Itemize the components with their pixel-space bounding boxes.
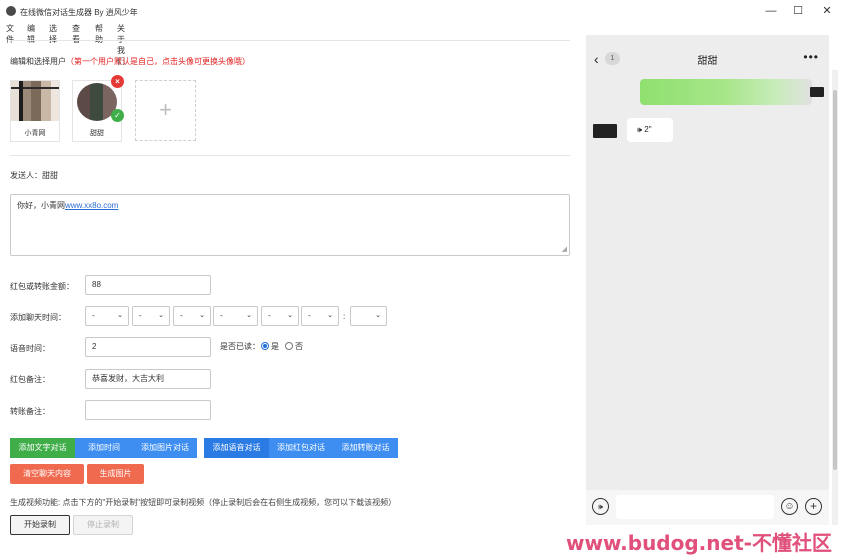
menu-select[interactable]: 选择 bbox=[49, 23, 57, 45]
select-value: - bbox=[308, 311, 311, 320]
chat-time-label: 添加聊天时间： bbox=[10, 313, 66, 322]
message-textarea[interactable]: 你好，小青网www.xx8o.com ◢ bbox=[10, 194, 570, 256]
add-redpacket-dialog-button[interactable]: 添加红包对话 bbox=[269, 438, 333, 458]
voice-duration-input[interactable]: 2 bbox=[85, 337, 211, 357]
chevron-down-icon: ⌄ bbox=[375, 312, 381, 319]
close-button[interactable]: ✕ bbox=[820, 4, 834, 18]
outgoing-message-bubble bbox=[640, 79, 812, 105]
voice-duration-label: 语音时间： bbox=[10, 344, 50, 353]
message-input[interactable] bbox=[616, 495, 774, 519]
chevron-down-icon: ⌄ bbox=[287, 312, 293, 319]
chat-header: ‹ 1 甜甜 ••• bbox=[586, 35, 829, 83]
video-feature-note: 生成视频功能: 点击下方的"开始录制"按钮即可录制视频（停止录制后会在右侧生成视… bbox=[10, 498, 397, 507]
user-name: 甜甜 bbox=[90, 130, 104, 137]
weekday-select[interactable]: - ⌄ bbox=[213, 306, 258, 326]
user-avatar[interactable] bbox=[11, 81, 59, 121]
sender-row: 发送人：甜甜 bbox=[10, 170, 58, 181]
minute-select[interactable]: ⌄ bbox=[350, 306, 387, 326]
more-icon[interactable]: ••• bbox=[803, 50, 819, 64]
menu-help[interactable]: 帮助 bbox=[95, 23, 103, 45]
add-text-dialog-button[interactable]: 添加文字对话 bbox=[10, 438, 75, 458]
chat-input-bar: 🕪 ☺ + bbox=[586, 490, 829, 525]
transfer-note-input[interactable] bbox=[85, 400, 211, 420]
chat-preview: ‹ 1 甜甜 ••• 🕪 2" 🕪 ☺ + bbox=[586, 35, 829, 525]
menu-view[interactable]: 查看 bbox=[72, 23, 80, 45]
select-value: - bbox=[180, 311, 183, 320]
watermark: www.budog.net-不懂社区 bbox=[566, 531, 832, 555]
selected-check-icon: ✓ bbox=[111, 109, 124, 122]
select-value: - bbox=[268, 311, 271, 320]
redpacket-note-label: 红包备注： bbox=[10, 375, 50, 384]
emoji-icon[interactable]: ☺ bbox=[781, 498, 798, 515]
sender-value: 甜甜 bbox=[42, 171, 58, 180]
stop-recording-button[interactable]: 停止录制 bbox=[73, 515, 133, 535]
time-colon: : bbox=[343, 312, 346, 321]
hour-select[interactable]: - ⌄ bbox=[301, 306, 339, 326]
day-select[interactable]: - ⌄ bbox=[173, 306, 211, 326]
users-section-title: 编辑和选择用户（第一个用户默认是自己，点击头像可更换头像哦） bbox=[10, 56, 250, 67]
add-image-dialog-button[interactable]: 添加图片对话 bbox=[133, 438, 197, 458]
message-link[interactable]: www.xx8o.com bbox=[65, 201, 118, 210]
voice-message-bubble[interactable]: 🕪 2" bbox=[627, 118, 673, 142]
app-icon bbox=[6, 6, 16, 16]
resize-grip-icon[interactable]: ◢ bbox=[562, 245, 567, 253]
start-recording-button[interactable]: 开始录制 bbox=[10, 515, 70, 535]
add-voice-dialog-button[interactable]: 添加语音对话 bbox=[204, 438, 269, 458]
voice-wave-icon: 🕪 bbox=[637, 125, 643, 134]
read-no-radio[interactable] bbox=[285, 342, 293, 350]
add-time-button[interactable]: 添加时间 bbox=[75, 438, 133, 458]
select-value: - bbox=[92, 311, 95, 320]
voice-duration-text: 2" bbox=[644, 125, 652, 134]
period-select[interactable]: - ⌄ bbox=[261, 306, 299, 326]
add-user-button[interactable]: + bbox=[135, 80, 196, 141]
users-title: 编辑和选择用户 bbox=[10, 57, 66, 66]
month-select[interactable]: - ⌄ bbox=[132, 306, 170, 326]
menu-edit[interactable]: 编辑 bbox=[27, 23, 35, 45]
add-transfer-dialog-button[interactable]: 添加转账对话 bbox=[333, 438, 398, 458]
redpacket-amount-label: 红包或转账金额： bbox=[10, 282, 74, 291]
redpacket-note-input[interactable]: 恭喜发财，大吉大利 bbox=[85, 369, 211, 389]
read-yes-label[interactable]: 是 bbox=[271, 341, 279, 352]
user-card[interactable]: × ✓ 甜甜 bbox=[72, 75, 124, 142]
contact-avatar bbox=[593, 124, 617, 138]
self-avatar bbox=[810, 87, 824, 97]
select-value: - bbox=[220, 311, 223, 320]
message-text: 你好，小青网 bbox=[17, 201, 65, 210]
menu-file[interactable]: 文件 bbox=[6, 23, 14, 45]
chat-title: 甜甜 bbox=[697, 56, 718, 67]
sender-label: 发送人： bbox=[10, 171, 42, 180]
divider bbox=[10, 155, 570, 156]
delete-user-icon[interactable]: × bbox=[111, 75, 124, 88]
users-hint: （第一个用户默认是自己，点击头像可更换头像哦） bbox=[66, 57, 250, 66]
chevron-down-icon: ⌄ bbox=[199, 312, 205, 319]
select-value: - bbox=[139, 311, 142, 320]
read-status-label: 是否已读： bbox=[220, 342, 260, 351]
chevron-down-icon: ⌄ bbox=[246, 312, 252, 319]
transfer-note-label: 转账备注： bbox=[10, 407, 50, 416]
year-select[interactable]: - ⌄ bbox=[85, 306, 129, 326]
chevron-down-icon: ⌄ bbox=[117, 312, 123, 319]
read-yes-radio[interactable] bbox=[261, 342, 269, 350]
chevron-down-icon: ⌄ bbox=[158, 312, 164, 319]
clear-chat-button[interactable]: 清空聊天内容 bbox=[10, 464, 84, 484]
plus-icon[interactable]: + bbox=[805, 498, 822, 515]
divider bbox=[10, 40, 570, 41]
scroll-thumb[interactable] bbox=[833, 90, 837, 470]
maximize-button[interactable]: ☐ bbox=[791, 4, 805, 18]
minimize-button[interactable]: — bbox=[764, 4, 778, 18]
generate-image-button[interactable]: 生成图片 bbox=[87, 464, 144, 484]
chevron-down-icon: ⌄ bbox=[327, 312, 333, 319]
read-no-label[interactable]: 否 bbox=[295, 341, 303, 352]
title-bar: 在线微信对话生成器 By 逍风少年 — ☐ ✕ bbox=[0, 0, 842, 22]
user-card[interactable]: 小青网 bbox=[10, 80, 60, 142]
voice-input-icon[interactable]: 🕪 bbox=[592, 498, 609, 515]
redpacket-amount-input[interactable]: 88 bbox=[85, 275, 211, 295]
user-name: 小青网 bbox=[24, 130, 46, 137]
window-title: 在线微信对话生成器 By 逍风少年 bbox=[20, 8, 138, 17]
